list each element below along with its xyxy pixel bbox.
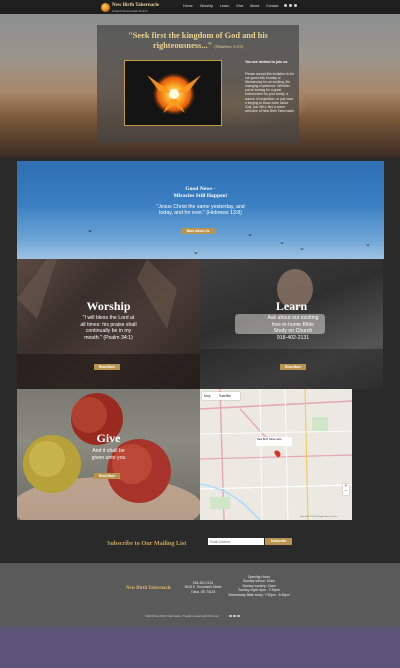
twitter-icon[interactable] <box>233 614 236 618</box>
worship-verse-line: "I will bless the Lord at <box>82 315 135 321</box>
worship-verse: "I will bless the Lord at all times: his… <box>72 315 145 341</box>
more-about-us-button[interactable]: More About Us <box>181 228 215 234</box>
give-read-more-button[interactable]: Read More <box>94 473 120 479</box>
footer-city: Tulsa, OK 74115 <box>190 589 216 594</box>
hours-line: Sunday worship: 11am <box>242 583 276 588</box>
bird-icon: ⌄ <box>365 241 371 248</box>
good-news-verse-line1: "Jesus Christ the same yesterday, and <box>156 204 245 210</box>
bird-icon: ⌄ <box>193 249 199 256</box>
hours-line: Sunday night: 6pm - 7:30pm <box>238 588 280 593</box>
hours-line: Wednesday Bible study: 7:30pm - 8:45pm <box>228 592 290 597</box>
instagram-icon[interactable] <box>237 614 240 618</box>
map-credit: Map data ©2018 Google Terms of Use <box>300 516 338 518</box>
learn-text: Ask about our exciting free in-home Bibl… <box>254 315 332 341</box>
give-title: Give <box>96 431 121 445</box>
hero-quote-line2: righteousness..." <box>152 41 213 50</box>
bird-icon: ⌄ <box>87 227 93 234</box>
good-news-verse-line2: today, and for ever." (Hebrews 13:8) <box>159 210 242 217</box>
worship-verse-line: continually be in my <box>85 328 132 335</box>
page-bottom-band <box>0 627 400 668</box>
bird-icon: ⌄ <box>279 239 285 246</box>
nav-worship[interactable]: Worship <box>200 4 213 8</box>
worship-verse-line: mouth." (Psalm 34:1) <box>84 334 133 341</box>
subscribe-button[interactable]: Subscribe <box>265 538 292 545</box>
hero-quote-line1: "Seek first the kingdom of God and his <box>128 31 268 40</box>
copyright: ©2023 New Birth Tabernacle. Proudly crea… <box>145 614 219 618</box>
nav-learn[interactable]: Learn <box>220 4 229 8</box>
zoom-out-icon[interactable]: − <box>343 489 349 494</box>
good-news-verse: "Jesus Christ the same yesterday, and to… <box>17 204 384 217</box>
brand-subtitle: United Pentecostal Church <box>112 8 148 13</box>
learn-title: Learn <box>275 299 308 313</box>
learn-text-line: Study on Church <box>273 328 313 335</box>
hero-quote-ref: (Matthew 6:33) <box>214 44 244 49</box>
map-pin-label: New Birth Tabernacle <box>256 437 292 446</box>
holy-spirit-dove-image <box>124 60 222 126</box>
map-zoom-control[interactable]: + − <box>343 484 349 495</box>
footer-phone[interactable]: 918-402-2131 <box>193 581 214 585</box>
hero-quote: "Seek first the kingdom of God and his r… <box>113 31 283 52</box>
tab-map[interactable]: Map <box>204 394 211 398</box>
give-text-line: And it shall be <box>92 448 125 454</box>
learn-text-line: free in-home Bible <box>271 321 315 328</box>
learn-text-line: Ask about our exciting <box>267 315 319 321</box>
hours-line: Opening Hours <box>247 575 271 579</box>
good-news-title-line2: Miracles Still Happen! <box>173 192 228 199</box>
give-text-line: given unto you <box>91 454 126 461</box>
brand-name[interactable]: New Birth Tabernacle <box>112 3 159 8</box>
good-news-title-line1: Good News - <box>185 186 216 192</box>
bird-icon: ⌄ <box>247 231 253 238</box>
worship-verse-line: all times: his praise shall <box>80 321 137 328</box>
worship-title: Worship <box>86 299 131 313</box>
footer-brand[interactable]: New Birth Tabernacle <box>126 586 171 591</box>
church-logo-icon[interactable] <box>101 3 110 12</box>
learn-read-more-button[interactable]: Read More <box>280 364 306 370</box>
give-text: And it shall be given unto you <box>82 448 135 461</box>
hours-line: Sunday school: 10am <box>243 579 275 584</box>
good-news-title: Good News - Miracles Still Happen! <box>17 186 384 199</box>
nav-about[interactable]: About <box>250 4 259 8</box>
footer-contact: 918-402-2131 3616 E. Tecumseh Street Tul… <box>183 581 223 594</box>
nav-home[interactable]: Home <box>183 4 193 8</box>
email-field[interactable] <box>208 538 264 545</box>
tab-satellite[interactable]: Satellite <box>219 394 231 398</box>
subscribe-title: Subscribe to Our Mailing List <box>107 540 187 547</box>
nav-contact[interactable]: Contact <box>266 4 278 8</box>
invited-heading: You are invited to join us <box>245 60 288 64</box>
bird-icon: ⌄ <box>299 245 305 252</box>
worship-read-more-button[interactable]: Read More <box>94 364 120 370</box>
invite-text: Please accept this invitation to be our … <box>245 72 295 113</box>
nav-give[interactable]: Give <box>236 4 243 8</box>
footer-address: 3616 E. Tecumseh Street <box>184 585 222 590</box>
facebook-icon[interactable] <box>229 614 232 618</box>
learn-phone[interactable]: 918-402-2131 <box>277 335 309 341</box>
footer-hours: Opening Hours Sunday school: 10am Sunday… <box>224 575 294 597</box>
flaming-dove-icon <box>125 61 221 125</box>
